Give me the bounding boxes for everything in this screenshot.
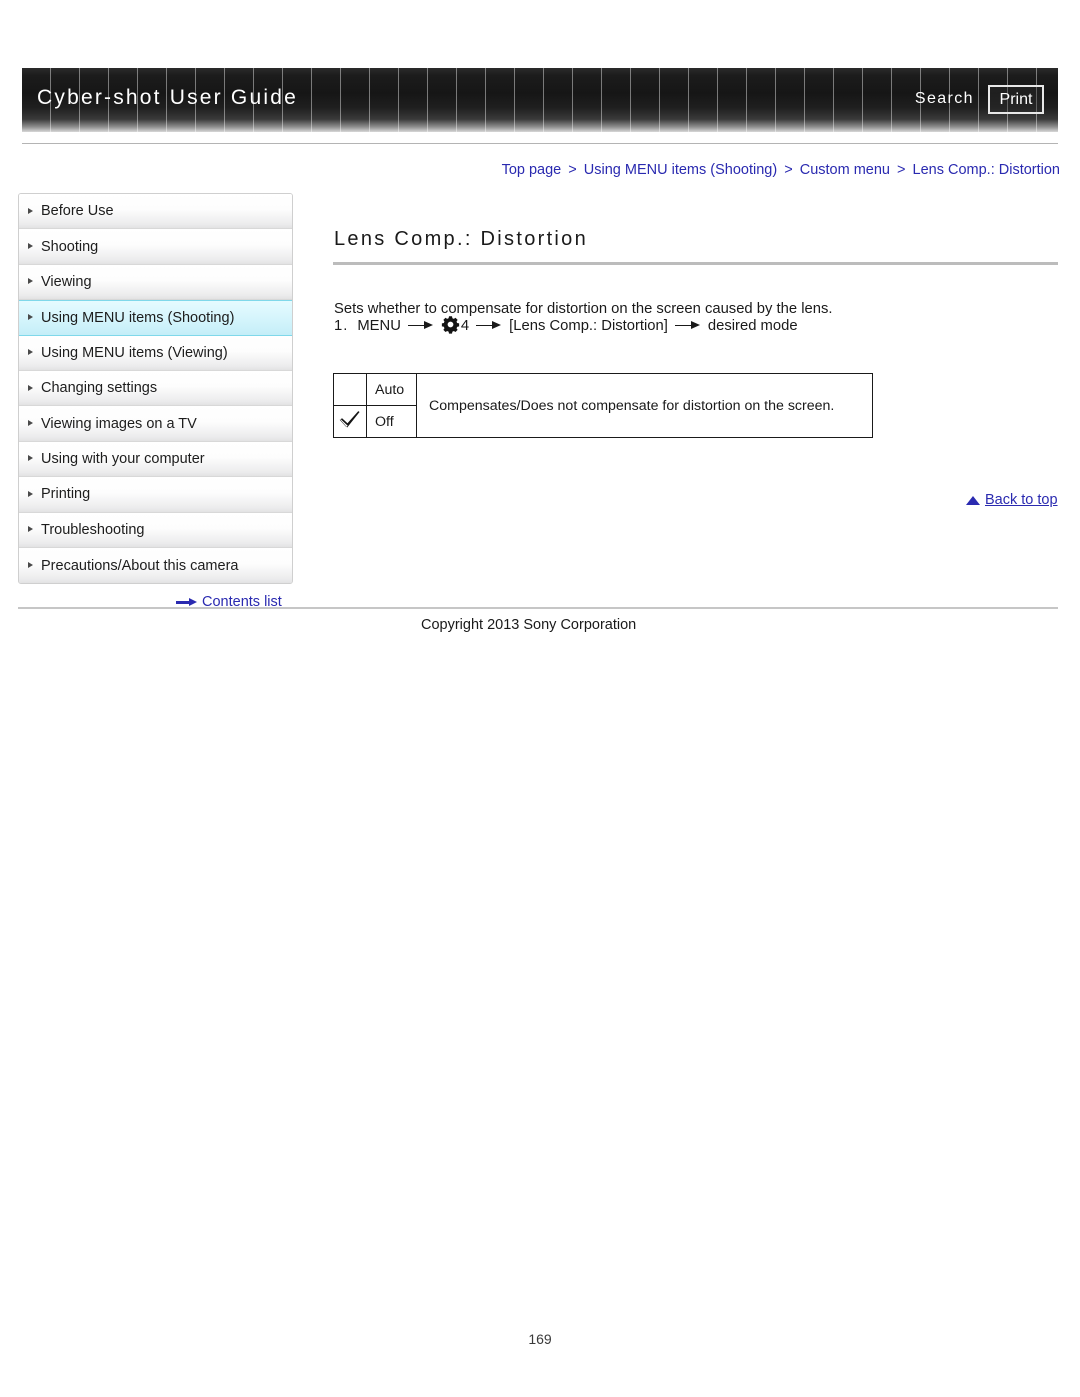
breadcrumb-separator: > <box>897 162 906 178</box>
sidebar-item-label: Using MENU items (Viewing) <box>41 344 228 361</box>
triangle-right-icon <box>28 455 33 462</box>
sidebar-item-using-with-your-computer[interactable]: Using with your computer <box>19 441 292 478</box>
breadcrumb-item-custom-menu[interactable]: Custom menu <box>800 162 890 178</box>
sidebar-item-precautions-about-this-camera[interactable]: Precautions/About this camera <box>19 547 292 584</box>
title-divider <box>333 262 1058 265</box>
step-instruction: 1. MENU 4 [Lens Comp.: Distortion] desir… <box>334 316 798 335</box>
site-header-banner: Cyber-shot User Guide Search Print <box>22 68 1058 132</box>
table-cell-mode-auto: Auto <box>366 373 417 406</box>
sidebar-navigation: Before Use Shooting Viewing Using MENU i… <box>18 193 293 585</box>
checkmark-icon <box>339 410 361 429</box>
sidebar-item-label: Viewing images on a TV <box>41 415 197 432</box>
triangle-right-icon <box>28 314 33 321</box>
triangle-right-icon <box>28 526 33 533</box>
gear-number-label: 4 <box>460 317 470 334</box>
sidebar-item-changing-settings[interactable]: Changing settings <box>19 370 292 407</box>
step-bracket-label: [Lens Comp.: Distortion] <box>509 317 668 334</box>
sidebar-item-using-menu-items-viewing[interactable]: Using MENU items (Viewing) <box>19 335 292 371</box>
sidebar-item-label: Changing settings <box>41 380 158 397</box>
triangle-right-icon <box>28 490 33 497</box>
sidebar-item-label: Before Use <box>41 203 114 220</box>
copyright-text: Copyright 2013 Sony Corporation <box>421 617 637 633</box>
step-number: 1. <box>334 317 349 334</box>
sidebar-item-label: Using MENU items (Shooting) <box>41 309 235 326</box>
header-divider <box>22 143 1058 144</box>
sidebar-item-viewing[interactable]: Viewing <box>19 264 292 301</box>
breadcrumb-separator: > <box>784 162 793 178</box>
back-to-top-link[interactable]: Back to top <box>966 492 1058 508</box>
triangle-right-icon <box>28 207 33 214</box>
triangle-right-icon <box>28 420 33 427</box>
sidebar-item-label: Precautions/About this camera <box>41 557 239 574</box>
breadcrumb-item-top-page[interactable]: Top page <box>502 162 562 178</box>
back-to-top-label: Back to top <box>985 492 1058 508</box>
triangle-right-icon <box>28 243 33 250</box>
gear-icon <box>441 315 460 334</box>
arrow-right-icon <box>476 320 502 332</box>
options-table: Auto Compensates/Does not compensate for… <box>333 373 873 438</box>
sidebar-item-shooting[interactable]: Shooting <box>19 229 292 265</box>
triangle-right-icon <box>28 384 33 391</box>
triangle-right-icon <box>28 278 33 285</box>
breadcrumb: Top page > Using MENU items (Shooting) >… <box>502 162 1060 178</box>
sidebar-item-label: Shooting <box>41 238 99 255</box>
triangle-right-icon <box>28 349 33 356</box>
table-cell-check-auto <box>333 373 367 406</box>
search-button[interactable]: Search <box>915 90 974 108</box>
table-cell-mode-off: Off <box>366 405 417 438</box>
sidebar-item-viewing-images-on-a-tv[interactable]: Viewing images on a TV <box>19 406 292 442</box>
arrow-right-icon <box>674 320 701 332</box>
page-title: Lens Comp.: Distortion <box>334 228 589 250</box>
sidebar-item-label: Using with your computer <box>41 450 205 467</box>
table-cell-description: Compensates/Does not compensate for dist… <box>416 373 873 438</box>
sidebar-item-using-menu-items-shooting[interactable]: Using MENU items (Shooting) <box>19 300 292 336</box>
sidebar-item-label: Viewing <box>41 273 92 290</box>
step-menu-label: MENU <box>357 317 401 334</box>
sidebar-item-before-use[interactable]: Before Use <box>19 194 292 230</box>
sidebar-item-label: Troubleshooting <box>41 521 145 538</box>
breadcrumb-item-current: Lens Comp.: Distortion <box>912 162 1060 178</box>
breadcrumb-item-using-menu-items-shooting[interactable]: Using MENU items (Shooting) <box>584 162 777 178</box>
sidebar-item-printing[interactable]: Printing <box>19 477 292 513</box>
footer-divider <box>18 607 1058 609</box>
triangle-up-icon <box>966 495 980 505</box>
step-final-label: desired mode <box>707 317 798 334</box>
triangle-right-icon <box>28 562 33 569</box>
breadcrumb-separator: > <box>568 162 577 178</box>
intro-paragraph: Sets whether to compensate for distortio… <box>334 300 833 317</box>
sidebar-item-label: Printing <box>41 486 91 503</box>
site-title: Cyber-shot User Guide <box>37 86 298 109</box>
arrow-right-icon <box>176 597 198 607</box>
table-cell-check-off <box>333 405 367 438</box>
page-number: 169 <box>528 1331 552 1347</box>
sidebar-item-troubleshooting[interactable]: Troubleshooting <box>19 512 292 548</box>
print-button[interactable]: Print <box>988 85 1044 114</box>
arrow-right-icon <box>407 320 434 332</box>
table-row: Auto Compensates/Does not compensate for… <box>333 373 873 438</box>
